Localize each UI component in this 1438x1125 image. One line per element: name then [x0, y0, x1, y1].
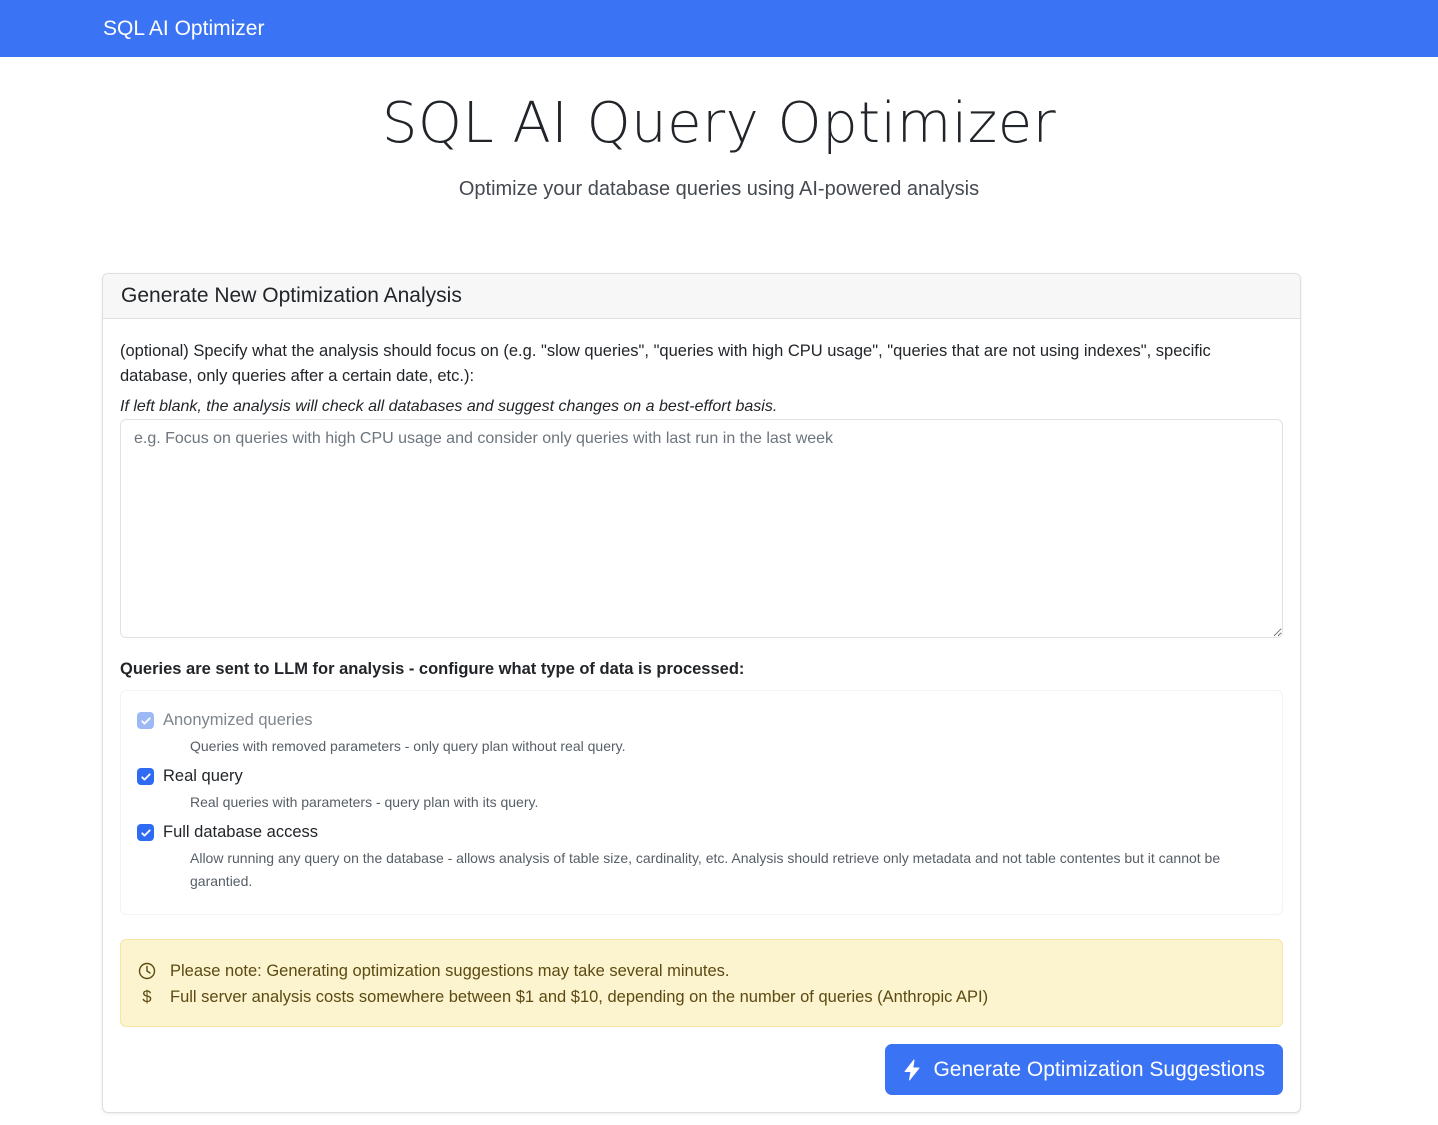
focus-textarea[interactable] [120, 419, 1283, 638]
check-icon [140, 772, 151, 781]
navbar: SQL AI Optimizer [0, 0, 1438, 57]
clock-icon [137, 962, 157, 980]
anonymized-queries-checkbox [137, 712, 154, 729]
lightning-icon [903, 1059, 921, 1081]
card-body: (optional) Specify what the analysis sho… [103, 319, 1300, 1095]
check-icon [140, 828, 151, 837]
alert-duration-text: Please note: Generating optimization sug… [170, 961, 730, 980]
real-query-label[interactable]: Real query [163, 767, 243, 786]
generate-suggestions-label: Generate Optimization Suggestions [933, 1057, 1265, 1081]
full-database-access-label[interactable]: Full database access [163, 823, 318, 842]
options-title: Queries are sent to LLM for analysis - c… [120, 660, 745, 678]
cost-warning-alert: Please note: Generating optimization sug… [120, 939, 1283, 1027]
anonymized-queries-description: Queries with removed parameters - only q… [190, 738, 626, 754]
alert-cost-text: Full server analysis costs somewhere bet… [170, 987, 989, 1006]
dollar-icon: $ [142, 987, 152, 1006]
real-query-checkbox[interactable] [137, 768, 154, 785]
alert-line-cost: $ Full server analysis costs somewhere b… [137, 984, 1266, 1010]
focus-hint: If left blank, the analysis will check a… [120, 398, 778, 415]
page-title: SQL AI Query Optimizer [381, 91, 1057, 156]
card-title: Generate New Optimization Analysis [121, 284, 462, 307]
hero: SQL AI Query Optimizer Optimize your dat… [0, 90, 1438, 201]
page-subtitle: Optimize your database queries using AI-… [458, 178, 980, 200]
generate-suggestions-button[interactable]: Generate Optimization Suggestions [885, 1044, 1283, 1095]
full-database-access-checkbox[interactable] [137, 824, 154, 841]
button-row: Generate Optimization Suggestions [120, 1044, 1283, 1095]
data-options-group: Anonymized queries Queries with removed … [120, 690, 1283, 915]
alert-line-duration: Please note: Generating optimization sug… [137, 958, 1266, 984]
focus-label: (optional) Specify what the analysis sho… [120, 342, 1211, 385]
anonymized-queries-label: Anonymized queries [163, 711, 313, 729]
option-anonymized-queries: Anonymized queries Queries with removed … [137, 711, 1266, 758]
full-database-access-description: Allow running any query on the database … [190, 850, 1221, 889]
navbar-brand[interactable]: SQL AI Optimizer [103, 17, 264, 41]
option-real-query: Real query Real queries with parameters … [137, 767, 1266, 814]
real-query-description: Real queries with parameters - query pla… [190, 794, 539, 810]
option-full-database-access: Full database access Allow running any q… [137, 823, 1266, 893]
check-icon [140, 716, 151, 725]
card-header: Generate New Optimization Analysis [103, 274, 1300, 319]
optimization-card: Generate New Optimization Analysis (opti… [102, 273, 1301, 1113]
